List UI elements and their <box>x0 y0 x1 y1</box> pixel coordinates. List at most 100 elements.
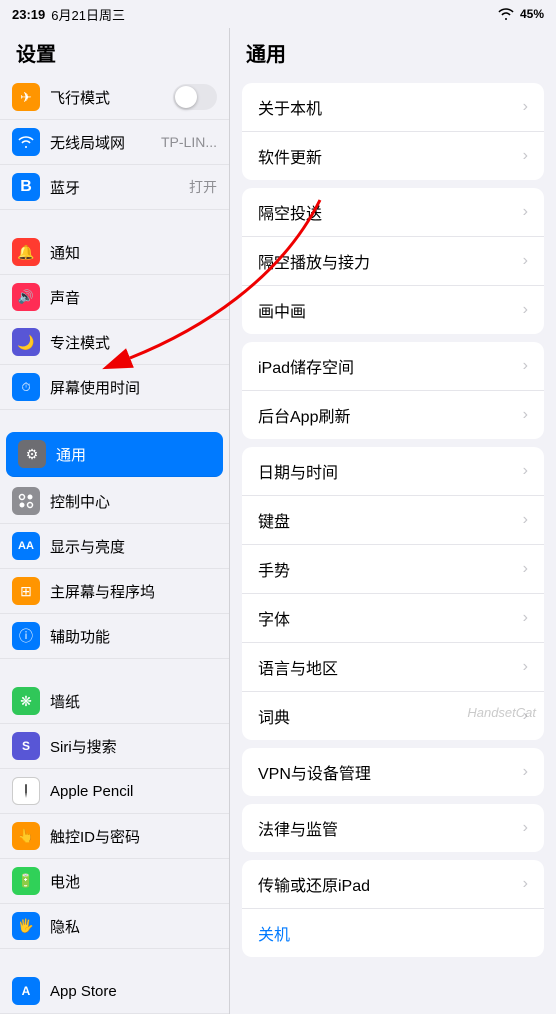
sidebar-item-applepencil[interactable]: Apple Pencil <box>0 769 229 814</box>
chevron-softwareupdate: › <box>523 147 528 165</box>
content-item-label-language: 语言与地区 <box>258 655 338 679</box>
content-item-label-pip: 画中画 <box>258 298 306 322</box>
sidebar-item-wifi[interactable]: 无线局域网 TP-LIN... <box>0 120 229 165</box>
sidebar-item-homescreen[interactable]: ⊞ 主屏幕与程序坞 <box>0 569 229 614</box>
content-item-shutdown[interactable]: 关机 <box>242 909 544 957</box>
focus-icon: 🌙 <box>12 328 40 356</box>
sidebar-item-label-controlcenter: 控制中心 <box>50 491 110 512</box>
content-item-gestures[interactable]: 手势 › <box>242 545 544 594</box>
content-item-fonts[interactable]: 字体 › <box>242 594 544 643</box>
content-item-label-about: 关于本机 <box>258 95 322 119</box>
chevron-keyboard: › <box>523 511 528 529</box>
sidebar-item-label-airplane: 飞行模式 <box>50 87 110 108</box>
sidebar-item-sublabel-wifi: TP-LIN... <box>161 134 217 150</box>
homescreen-icon: ⊞ <box>12 577 40 605</box>
sidebar-item-wallpaper[interactable]: ❋ 墙纸 <box>0 679 229 724</box>
chevron-fonts: › <box>523 609 528 627</box>
sidebar-item-label-appstore: App Store <box>50 983 117 1000</box>
sidebar-item-accessibility[interactable]: ⓘ 辅助功能 <box>0 614 229 659</box>
status-time: 23:19 <box>12 7 45 22</box>
sidebar-item-appstore[interactable]: A App Store <box>0 969 229 1014</box>
content-item-airplay[interactable]: 隔空播放与接力 › <box>242 237 544 286</box>
sidebar-item-notification[interactable]: 🔔 通知 <box>0 230 229 275</box>
sidebar-item-touchid[interactable]: 👆 触控ID与密码 <box>0 814 229 859</box>
airplane-toggle[interactable] <box>173 84 217 110</box>
content-item-transfer[interactable]: 传输或还原iPad › <box>242 860 544 909</box>
sidebar-item-label-wifi: 无线局域网 <box>50 132 125 153</box>
content-item-legal[interactable]: 法律与监管 › <box>242 804 544 852</box>
sidebar-item-screentime[interactable]: ⏱ 屏幕使用时间 <box>0 365 229 410</box>
chevron-about: › <box>523 98 528 116</box>
content-item-label-background-refresh: 后台App刷新 <box>258 403 350 427</box>
chevron-datetime: › <box>523 462 528 480</box>
sidebar-item-display[interactable]: AA 显示与亮度 <box>0 524 229 569</box>
status-bar-right: 45% <box>498 7 544 21</box>
accessibility-icon: ⓘ <box>12 622 40 650</box>
content-item-pip[interactable]: 画中画 › <box>242 286 544 334</box>
sidebar-item-label-siri: Siri与搜索 <box>50 736 117 757</box>
content-item-keyboard[interactable]: 键盘 › <box>242 496 544 545</box>
content-item-label-airplay: 隔空播放与接力 <box>258 249 370 273</box>
content-item-softwareupdate[interactable]: 软件更新 › <box>242 132 544 180</box>
content-item-label-ipad-storage: iPad储存空间 <box>258 354 354 378</box>
content-item-language[interactable]: 语言与地区 › <box>242 643 544 692</box>
content-item-label-legal: 法律与监管 <box>258 816 338 840</box>
sidebar-separator-3 <box>0 659 229 679</box>
wifi-icon <box>498 8 514 20</box>
sidebar-item-privacy[interactable]: 🖐 隐私 <box>0 904 229 949</box>
sidebar-item-sound[interactable]: 🔊 声音 <box>0 275 229 320</box>
chevron-pip: › <box>523 301 528 319</box>
sound-icon: 🔊 <box>12 283 40 311</box>
content-item-background-refresh[interactable]: 后台App刷新 › <box>242 391 544 439</box>
content-item-vpn[interactable]: VPN与设备管理 › <box>242 748 544 796</box>
sidebar-item-airplane[interactable]: ✈ 飞行模式 <box>0 75 229 120</box>
chevron-vpn: › <box>523 763 528 781</box>
airplane-icon: ✈ <box>12 83 40 111</box>
wifi-setting-icon <box>12 128 40 156</box>
screentime-icon: ⏱ <box>12 373 40 401</box>
sidebar-item-siri[interactable]: S Siri与搜索 <box>0 724 229 769</box>
sidebar-item-label-wallpaper: 墙纸 <box>50 691 80 712</box>
content-item-airdrop[interactable]: 隔空投送 › <box>242 188 544 237</box>
content-section-2: 隔空投送 › 隔空播放与接力 › 画中画 › <box>242 188 544 334</box>
chevron-legal: › <box>523 819 528 837</box>
bluetooth-icon: B <box>12 173 40 201</box>
content-item-label-transfer: 传输或还原iPad <box>258 872 370 896</box>
sidebar-item-bluetooth[interactable]: B 蓝牙 打开 <box>0 165 229 210</box>
sidebar: 设置 ✈ 飞行模式 无线局域网 <box>0 28 230 1014</box>
content-item-label-softwareupdate: 软件更新 <box>258 144 322 168</box>
chevron-airdrop: › <box>523 203 528 221</box>
content-item-label-dictionary: 词典 <box>258 704 290 728</box>
appstore-icon: A <box>12 977 40 1005</box>
content-item-about[interactable]: 关于本机 › <box>242 83 544 132</box>
sidebar-item-label-sound: 声音 <box>50 287 80 308</box>
controlcenter-icon <box>12 487 40 515</box>
sidebar-item-controlcenter[interactable]: 控制中心 <box>0 479 229 524</box>
chevron-transfer: › <box>523 875 528 893</box>
watermark: HandsetCat <box>467 705 536 720</box>
sidebar-title: 设置 <box>0 28 229 75</box>
sidebar-item-focus[interactable]: 🌙 专注模式 <box>0 320 229 365</box>
content-item-ipad-storage[interactable]: iPad储存空间 › <box>242 342 544 391</box>
sidebar-item-label-notification: 通知 <box>50 242 80 263</box>
content-item-label-keyboard: 键盘 <box>258 508 290 532</box>
general-icon: ⚙ <box>18 440 46 468</box>
wallpaper-icon: ❋ <box>12 687 40 715</box>
sidebar-item-general[interactable]: ⚙ 通用 <box>6 432 223 477</box>
sidebar-item-label-general: 通用 <box>56 444 86 465</box>
content-item-datetime[interactable]: 日期与时间 › <box>242 447 544 496</box>
content-item-label-shutdown: 关机 <box>258 921 290 945</box>
battery-level: 45% <box>520 7 544 21</box>
sidebar-item-label-focus: 专注模式 <box>50 332 110 353</box>
content-item-label-datetime: 日期与时间 <box>258 459 338 483</box>
privacy-icon: 🖐 <box>12 912 40 940</box>
sidebar-item-label-accessibility: 辅助功能 <box>50 626 110 647</box>
battery-icon: 🔋 <box>12 867 40 895</box>
chevron-airplay: › <box>523 252 528 270</box>
content-section-1: 关于本机 › 软件更新 › <box>242 83 544 180</box>
sidebar-item-label-touchid: 触控ID与密码 <box>50 826 140 847</box>
sidebar-item-battery[interactable]: 🔋 电池 <box>0 859 229 904</box>
content-item-label-fonts: 字体 <box>258 606 290 630</box>
content-item-label-airdrop: 隔空投送 <box>258 200 322 224</box>
content-item-label-vpn: VPN与设备管理 <box>258 760 371 784</box>
